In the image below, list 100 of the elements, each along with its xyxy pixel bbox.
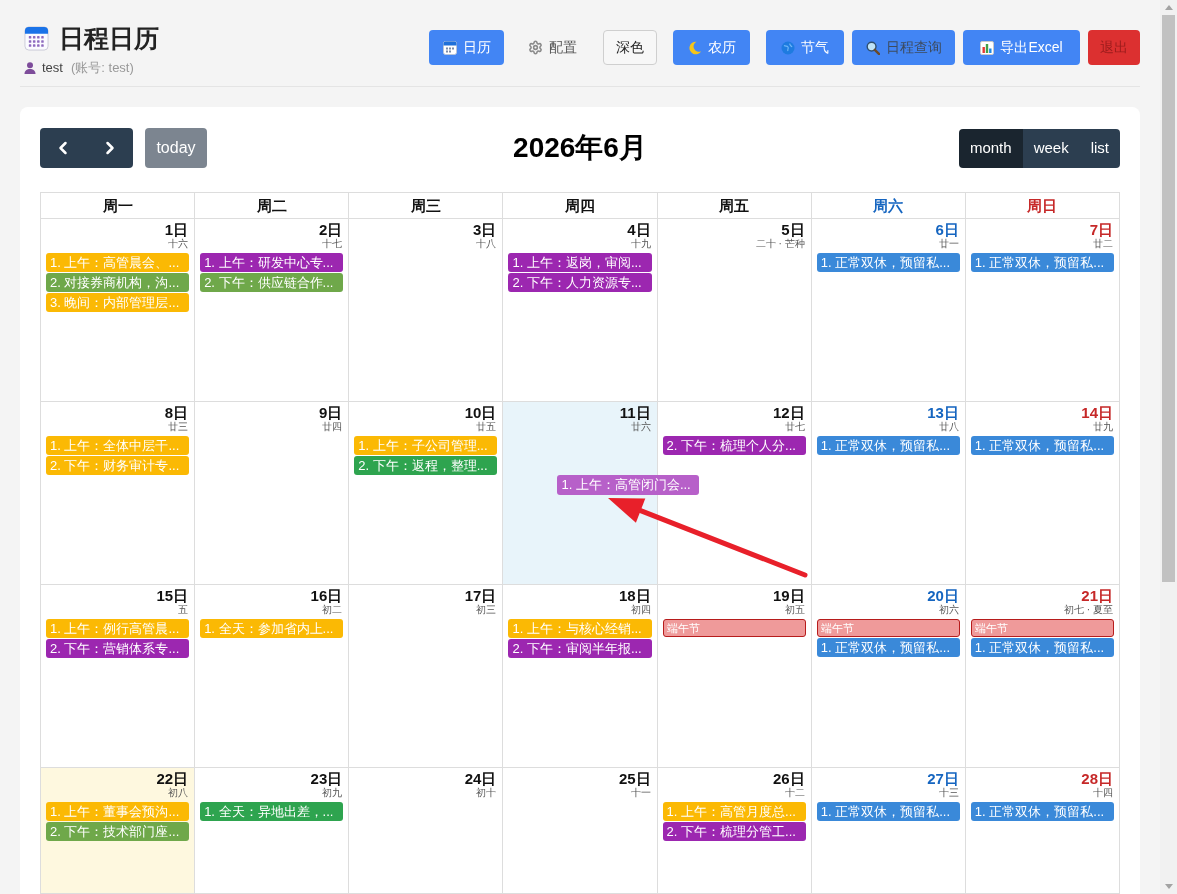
- day-number: 16日: [310, 588, 343, 604]
- moon-icon: [687, 40, 702, 55]
- day-number: 9日: [318, 405, 343, 421]
- scroll-down-icon[interactable]: [1164, 884, 1173, 889]
- day-number: 20日: [927, 588, 959, 604]
- lunar-date: 初十: [476, 787, 497, 799]
- header-button[interactable]: 农历: [673, 30, 750, 65]
- lunar-date: 初六: [938, 604, 959, 616]
- event-bar[interactable]: 1. 全天：异地出差，...: [200, 802, 344, 821]
- holiday-bar[interactable]: 端午节: [662, 619, 806, 637]
- day-number: 18日: [618, 588, 651, 604]
- day-number: 21日: [1081, 588, 1113, 604]
- view-tab[interactable]: week: [1022, 128, 1080, 168]
- username: test: [42, 60, 63, 76]
- lunar-date: 十七: [322, 238, 343, 250]
- event-bar[interactable]: 2. 下午：技术部门座...: [46, 822, 190, 841]
- header-button[interactable]: 深色: [603, 30, 657, 65]
- lunar-date: 初四: [630, 604, 651, 616]
- event-bar[interactable]: 1. 正常双休，预留私...: [816, 802, 960, 821]
- view-tab[interactable]: list: [1079, 128, 1120, 168]
- lunar-date: 十三: [938, 787, 959, 799]
- day-number: 3日: [473, 222, 497, 238]
- lunar-date: 初九: [322, 787, 343, 799]
- lunar-date: 廿五: [476, 421, 497, 433]
- lunar-date: 廿九: [1093, 421, 1113, 433]
- lunar-date: 初七 · 夏至: [1064, 604, 1113, 616]
- day-number: 17日: [464, 588, 497, 604]
- lunar-date: 十六: [168, 238, 189, 250]
- day-number: 28日: [1081, 771, 1113, 787]
- event-bar[interactable]: 1. 正常双休，预留私...: [816, 638, 960, 657]
- event-bar[interactable]: 1. 正常双休，预留私...: [816, 253, 960, 272]
- day-number: 4日: [627, 222, 651, 238]
- scrollbar-thumb[interactable]: [1162, 15, 1175, 582]
- day-number: 12日: [773, 405, 805, 421]
- header-button[interactable]: 导出Excel: [963, 30, 1080, 65]
- day-number: 22日: [156, 771, 189, 787]
- day-number: 8日: [164, 405, 189, 421]
- day-number: 27日: [927, 771, 959, 787]
- globe-icon: [781, 40, 795, 55]
- event-bar[interactable]: 2. 下午：梳理个人分...: [662, 436, 806, 455]
- event-bar[interactable]: 2. 下午：供应链合作...: [200, 273, 344, 292]
- event-bar[interactable]: 1. 正常双休，预留私...: [970, 638, 1114, 657]
- day-number: 7日: [1089, 222, 1113, 238]
- lunar-date: 初八: [168, 787, 189, 799]
- event-bar[interactable]: 1. 正常双休，预留私...: [970, 253, 1114, 272]
- event-bar[interactable]: 1. 上午：返岗，审阅...: [508, 253, 652, 272]
- next-button[interactable]: [86, 128, 133, 168]
- event-bar[interactable]: 1. 正常双休，预留私...: [970, 802, 1114, 821]
- lunar-date: 十八: [476, 238, 497, 250]
- event-bar[interactable]: 2. 下午：营销体系专...: [46, 639, 190, 658]
- lunar-date: 廿一: [938, 238, 959, 250]
- lunar-date: 廿八: [938, 421, 959, 433]
- event-bar[interactable]: 1. 上午：研发中心专...: [200, 253, 344, 272]
- day-number: 25日: [618, 771, 651, 787]
- day-number: 10日: [464, 405, 497, 421]
- event-bar[interactable]: 1. 上午：高管闭门会...: [557, 475, 700, 495]
- lunar-date: 廿七: [784, 421, 805, 433]
- day-number: 6日: [935, 222, 959, 238]
- day-number: 2日: [318, 222, 343, 238]
- search-icon: [865, 40, 880, 55]
- event-bar[interactable]: 1. 正常双休，预留私...: [970, 436, 1114, 455]
- lunar-date: 二十 · 芒种: [755, 238, 805, 250]
- header-button[interactable]: 日历: [429, 30, 504, 65]
- header-button[interactable]: 节气: [766, 30, 844, 65]
- lunar-date: 廿三: [168, 421, 189, 433]
- day-number: 11日: [619, 405, 651, 421]
- lunar-date: 十一: [630, 787, 651, 799]
- header-button[interactable]: 日程查询: [852, 30, 955, 65]
- event-bar[interactable]: 1. 正常双休，预留私...: [816, 436, 960, 455]
- lunar-date: 初二: [322, 604, 343, 616]
- day-number: 5日: [781, 222, 805, 238]
- lunar-date: 廿六: [630, 421, 651, 433]
- today-button[interactable]: today: [145, 128, 207, 168]
- lunar-date: 廿四: [322, 421, 343, 433]
- header-button[interactable]: 配置: [527, 30, 577, 65]
- lunar-date: 初五: [784, 604, 805, 616]
- lunar-date: 五: [178, 604, 189, 616]
- day-number: 24日: [464, 771, 497, 787]
- event-bar[interactable]: 2. 下午：审阅半年报...: [508, 639, 652, 658]
- event-bar[interactable]: 2. 下午：梳理分管工...: [662, 822, 806, 841]
- lunar-date: 十四: [1093, 787, 1113, 799]
- holiday-bar[interactable]: 端午节: [816, 619, 960, 637]
- account-label: (账号: test): [70, 60, 134, 76]
- event-bar[interactable]: 2. 下午：返程，整理...: [354, 456, 498, 475]
- lunar-date: 初三: [476, 604, 497, 616]
- event-bar[interactable]: 2. 下午：人力资源专...: [508, 273, 652, 292]
- day-number: 23日: [310, 771, 343, 787]
- lunar-date: 廿二: [1093, 238, 1113, 250]
- prev-button[interactable]: [40, 128, 86, 168]
- lunar-date: 十九: [630, 238, 651, 250]
- person-icon: [24, 62, 36, 74]
- scroll-up-icon[interactable]: [1164, 5, 1173, 10]
- calendar-icon: [24, 25, 49, 51]
- app-title: 日程日历: [59, 23, 159, 54]
- gear-icon: [527, 40, 543, 55]
- day-number: 15日: [156, 588, 189, 604]
- lunar-date: 十二: [784, 787, 805, 799]
- holiday-bar[interactable]: 端午节: [970, 619, 1114, 637]
- event-bar[interactable]: 2. 对接券商机构，沟...: [46, 273, 190, 292]
- view-tab[interactable]: month: [958, 128, 1023, 168]
